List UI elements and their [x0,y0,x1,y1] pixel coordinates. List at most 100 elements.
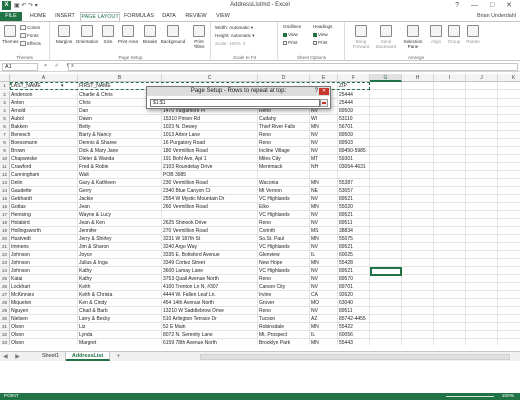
data-cell[interactable]: Keith & Christa [78,291,162,299]
data-cell[interactable]: 3753 Quail Avenue North [162,275,258,283]
bring-forward-button[interactable]: Bring Forward [350,25,372,49]
data-cell[interactable]: 3600 Lamay Lane [162,267,258,275]
data-cell[interactable]: 55422 [338,323,370,331]
row-header[interactable]: 27 [0,291,10,299]
data-cell[interactable]: Corinth [258,227,310,235]
data-cell[interactable]: Jackie [78,195,162,203]
data-cell[interactable]: Margret [78,339,162,345]
horizontal-scrollbar[interactable] [200,354,510,360]
data-cell[interactable]: 55443 [338,339,370,345]
data-cell[interactable]: Lockhart [10,283,78,291]
data-cell[interactable]: Grover [258,299,310,307]
row-header[interactable]: 2 [0,91,10,99]
gridlines-print-checkbox[interactable]: Print [283,40,297,45]
data-cell[interactable]: 03054-4631 [338,163,370,171]
data-cell[interactable]: Barry & Nancy [78,131,162,139]
data-cell[interactable]: 13210 W Saddlebrow Drive [162,307,258,315]
data-cell[interactable]: Jean & Ken [78,219,162,227]
data-cell[interactable]: McKinnies [10,291,78,299]
data-cell[interactable]: Merrimack [258,163,310,171]
width-dropdown[interactable]: Automatic [229,25,249,30]
data-cell[interactable]: Chad & Barb [78,307,162,315]
data-cell[interactable]: 15310 Pinion Rd [162,115,258,123]
active-cell-outline[interactable] [370,267,402,276]
tab-file[interactable]: FILE [0,12,22,21]
data-cell[interactable]: Dick & Mary Jane [78,147,162,155]
orientation-button[interactable]: Orientation [75,25,99,44]
data-cell[interactable]: Reno [258,131,310,139]
data-cell[interactable]: 60056 [338,331,370,339]
zoom-level[interactable]: 100% [502,393,514,400]
row-header[interactable]: 25 [0,275,10,283]
data-cell[interactable]: VC Highlands [258,211,310,219]
data-cell[interactable]: Liz [78,323,162,331]
data-cell[interactable]: 260 Vermillion Road [162,203,258,211]
selection-pane-button[interactable]: Selection Pane [400,25,426,49]
column-header-h[interactable]: H [402,74,434,82]
data-cell[interactable]: NV [310,147,338,155]
data-cell[interactable]: Fred & Robin [78,163,162,171]
data-cell[interactable]: Miles City [258,155,310,163]
data-cell[interactable]: NV [310,195,338,203]
height-setting[interactable]: Height: Automatic ▾ [215,33,255,39]
row-header[interactable]: 33 [0,339,10,345]
help-button[interactable]: ? [455,2,464,9]
group-button[interactable]: Group [446,25,462,44]
data-cell[interactable]: 55387 [338,179,370,187]
breaks-button[interactable]: Breaks [141,25,159,44]
data-cell[interactable]: IL [310,331,338,339]
data-cell[interactable]: Hollingsworth [10,227,78,235]
data-cell[interactable]: NV [310,139,338,147]
data-cell[interactable]: Olson [10,339,78,345]
sheet-tab-sheet1[interactable]: Sheet1 [36,352,66,361]
data-cell[interactable]: 3231 W 187th St [162,235,258,243]
row-header[interactable]: 29 [0,307,10,315]
add-sheet-button[interactable]: + [114,352,123,361]
data-cell[interactable]: MS [310,227,338,235]
data-cell[interactable]: Ken & Cindy [78,299,162,307]
data-cell[interactable]: Julius & Inga [78,259,162,267]
row-header[interactable]: 15 [0,195,10,203]
data-cell[interactable]: 63040 [338,299,370,307]
data-cell[interactable]: 89570 [338,275,370,283]
minimize-button[interactable]: — [471,2,483,9]
data-cell[interactable]: Robinsdale [258,323,310,331]
data-cell[interactable]: 55075 [338,235,370,243]
data-cell[interactable]: MT [310,155,338,163]
data-cell[interactable]: Katai [10,275,78,283]
height-dropdown[interactable]: Automatic [231,33,251,38]
data-cell[interactable]: MN [310,179,338,187]
data-cell[interactable]: MN [310,235,338,243]
data-cell[interactable]: Irvine [258,291,310,299]
row-header[interactable]: 7 [0,131,10,139]
select-all-corner[interactable] [0,74,10,82]
data-cell[interactable]: VC Highlands [258,243,310,251]
data-cell[interactable]: MN [310,323,338,331]
rows-to-repeat-input[interactable]: $1:$1 [150,99,320,107]
data-cell[interactable]: Arnold [10,107,78,115]
data-cell[interactable]: MN [310,259,338,267]
data-cell[interactable]: 3240 Argo Way [162,243,258,251]
data-cell[interactable]: Chapweske [10,155,78,163]
tab-review[interactable]: REVIEW [182,12,210,21]
data-cell[interactable]: NV [310,283,338,291]
data-cell[interactable]: NV [310,243,338,251]
data-cell[interactable]: Nielsen [10,315,78,323]
sheet-nav-arrows[interactable]: ◀ ▶ [3,353,23,360]
tab-page-layout[interactable]: PAGE LAYOUT [80,12,120,21]
send-backward-button[interactable]: Send Backward [374,25,398,49]
data-cell[interactable]: Immens [10,243,78,251]
data-cell[interactable]: MN [310,203,338,211]
data-cell[interactable]: Dieter & Wanda [78,155,162,163]
data-cell[interactable]: 89509 [338,131,370,139]
data-cell[interactable]: Jerry & Shirley [78,235,162,243]
data-cell[interactable]: Elko [258,203,310,211]
data-cell[interactable]: Reno [258,275,310,283]
row-header[interactable]: 19 [0,227,10,235]
scale-stepper[interactable]: 100% [229,41,241,46]
data-cell[interactable]: Incline Village [258,147,310,155]
data-cell[interactable]: Crawford [10,163,78,171]
data-cell[interactable]: MN [310,339,338,345]
data-cell[interactable]: Hustvedt [10,235,78,243]
data-cell[interactable]: 60025 [338,251,370,259]
